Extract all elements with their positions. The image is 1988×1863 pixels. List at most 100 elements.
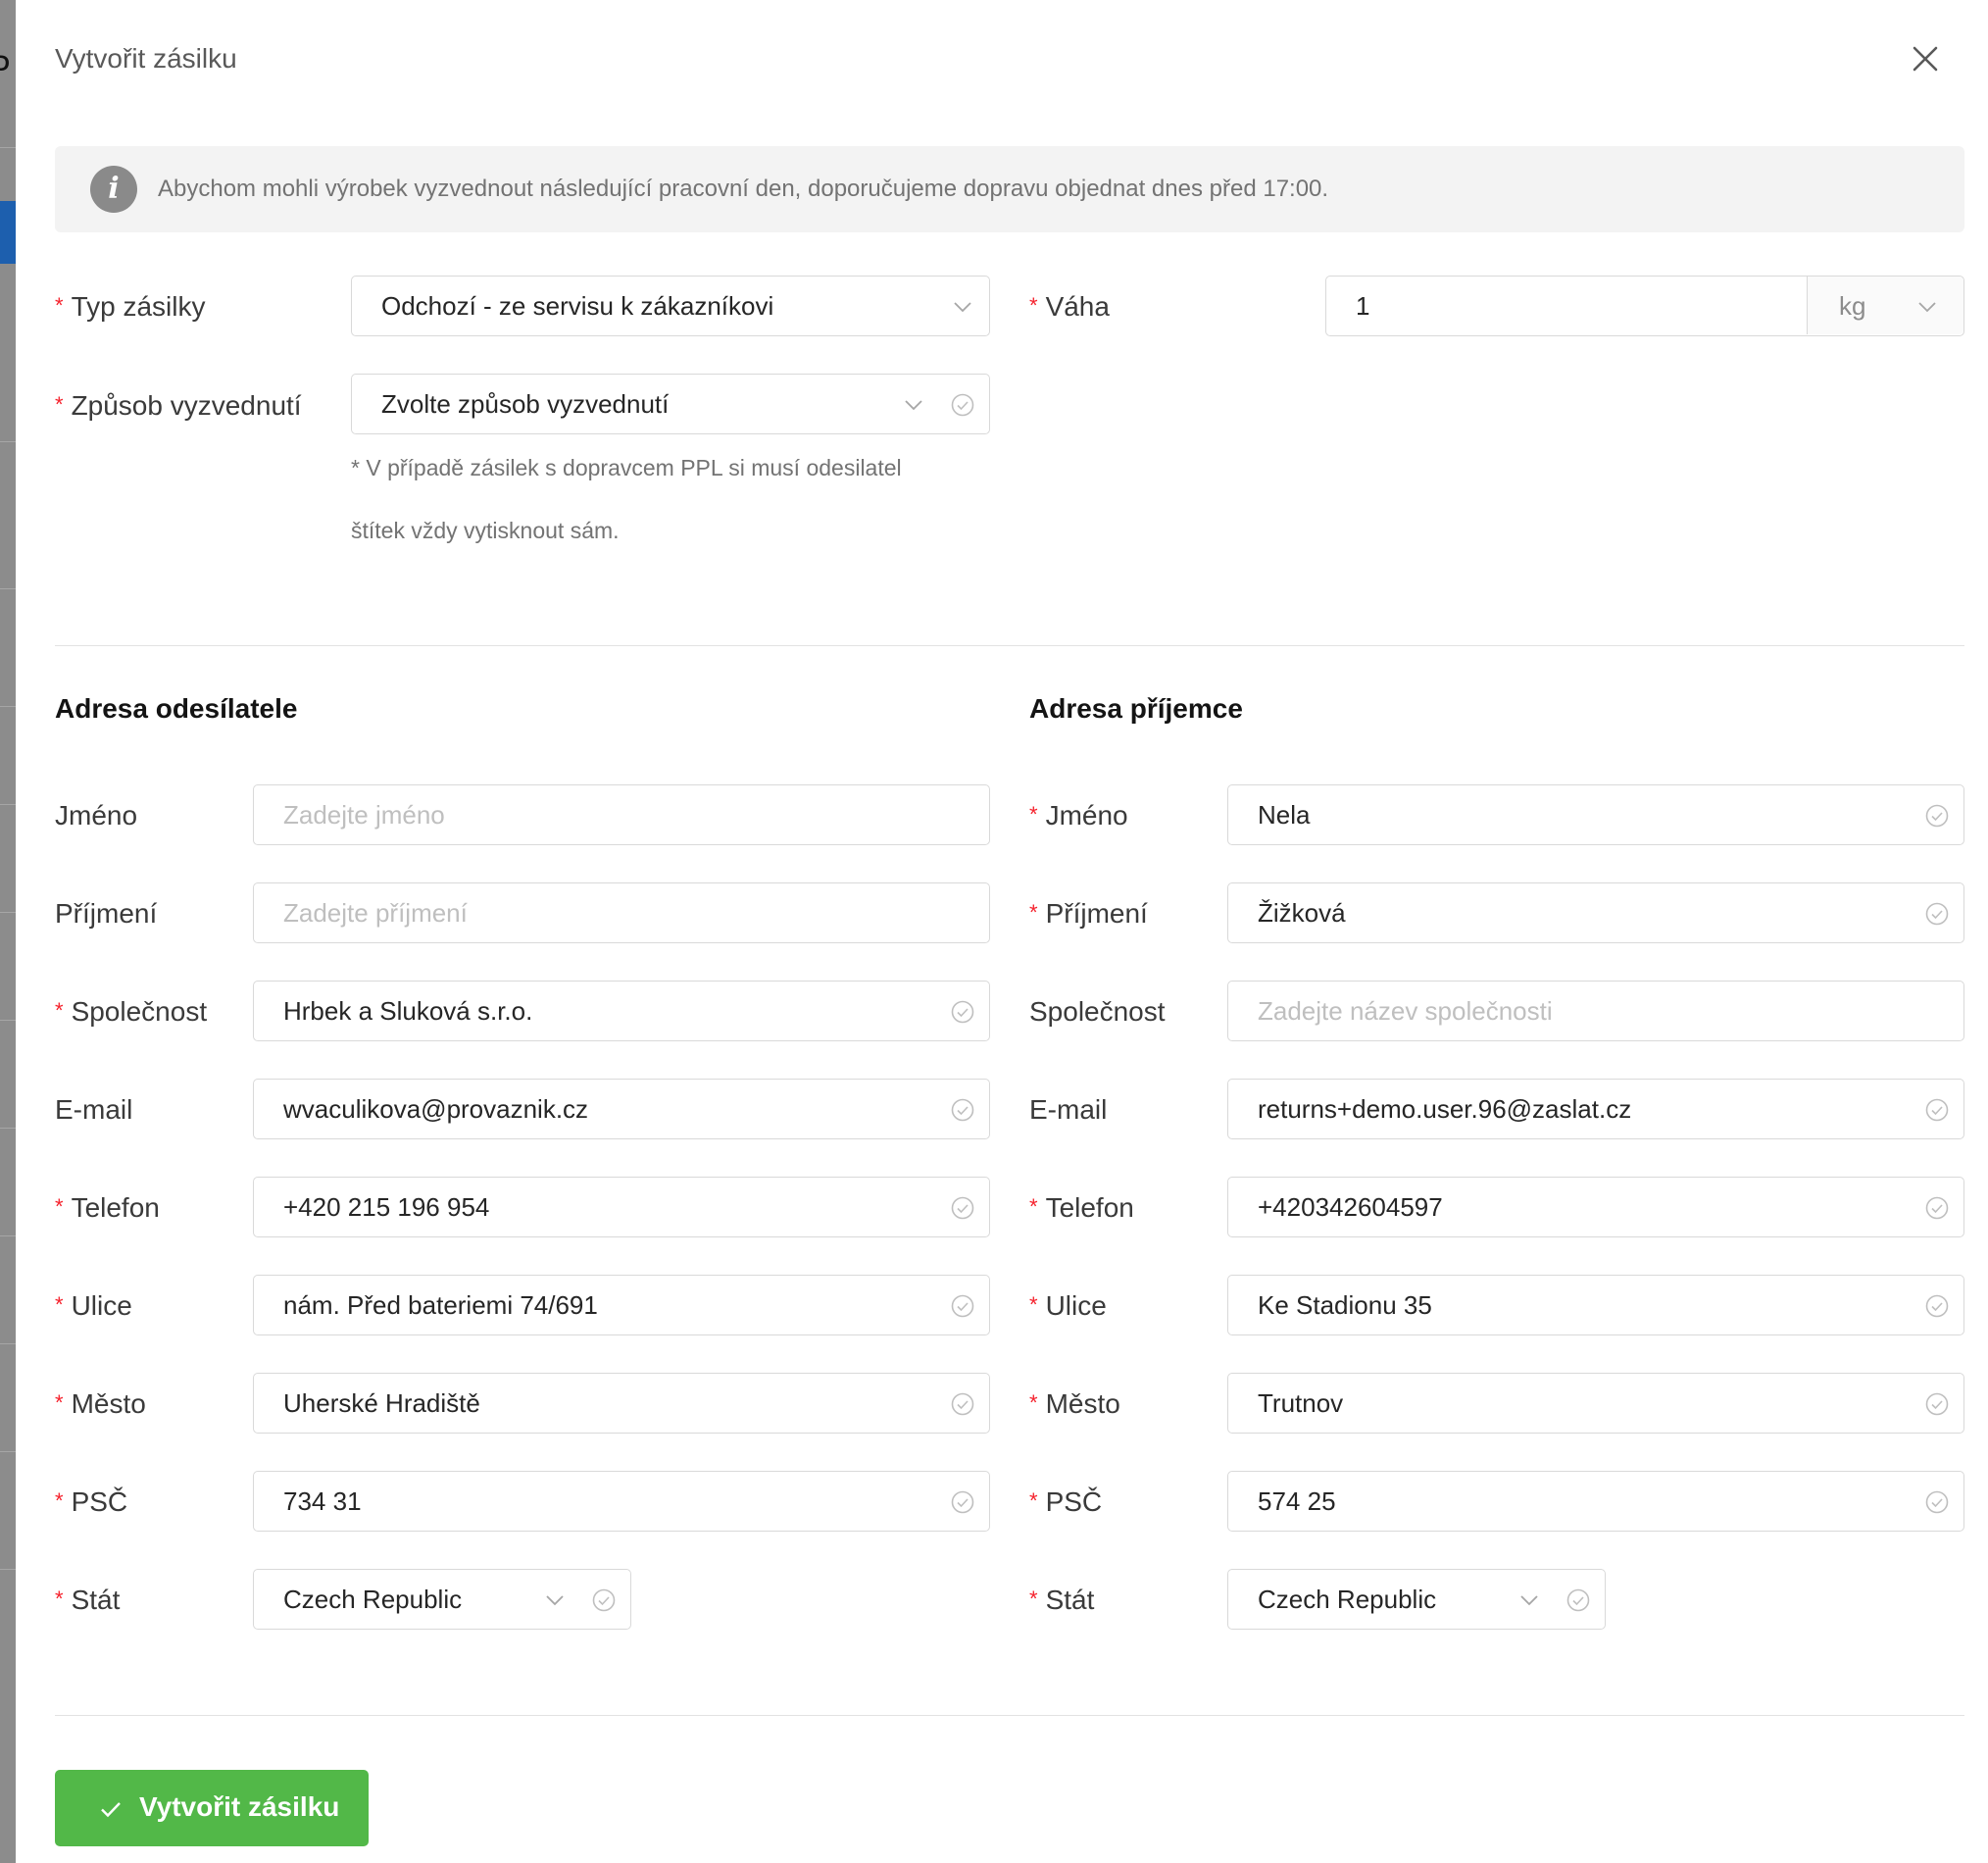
recipient-company-label: Společnost <box>1029 996 1166 1027</box>
recipient-phone-input[interactable]: +420342604597 <box>1227 1177 1964 1237</box>
sender-country-value: Czech Republic <box>283 1585 463 1614</box>
recipient-first-name-value: Nela <box>1258 800 1311 830</box>
sender-city-label-text: Město <box>71 1388 146 1419</box>
close-button[interactable] <box>1906 39 1945 78</box>
required-mark: * <box>1029 900 1038 925</box>
pickup-note-line-1: * V případě zásilek s dopravcem PPL si m… <box>351 455 902 480</box>
info-alert: i Abychom mohli výrobek vyzvednout násle… <box>55 146 1964 232</box>
required-mark: * <box>55 392 64 417</box>
create-shipment-drawer: Vytvořit zásilku i Abychom mohli výrobek… <box>16 0 1988 1863</box>
check-circle-icon <box>1925 1196 1949 1220</box>
backdrop-line <box>0 1569 16 1570</box>
required-mark: * <box>55 998 64 1023</box>
recipient-email-input[interactable]: returns+demo.user.96@zaslat.cz <box>1227 1079 1964 1139</box>
check-circle-icon <box>1925 804 1949 828</box>
weight-unit-select[interactable]: kg <box>1807 277 1963 334</box>
required-mark: * <box>55 293 64 318</box>
chevron-down-icon <box>1918 302 1936 313</box>
pickup-method-select[interactable]: Zvolte způsob vyzvednutí <box>351 374 990 434</box>
create-shipment-button[interactable]: Vytvořit zásilku <box>55 1770 369 1846</box>
close-icon[interactable] <box>1906 39 1945 78</box>
drawer-title: Vytvořit zásilku <box>55 43 237 74</box>
recipient-street-input[interactable]: Ke Stadionu 35 <box>1227 1275 1964 1335</box>
check-circle-icon <box>951 1490 974 1514</box>
recipient-last-name-label: * Příjmení <box>1029 898 1148 930</box>
sender-zip-input[interactable]: 734 31 <box>253 1471 990 1532</box>
backdrop-line <box>0 804 16 805</box>
recipient-zip-label: * PSČ <box>1029 1486 1102 1518</box>
chevron-down-icon <box>905 400 922 411</box>
sender-company-input[interactable]: Hrbek a Sluková s.r.o. <box>253 981 990 1041</box>
sender-phone-value: +420 215 196 954 <box>283 1192 490 1222</box>
pickup-method-label: * Způsob vyzvednutí <box>55 390 302 422</box>
check-circle-icon <box>1925 1294 1949 1318</box>
chevron-down-icon <box>1520 1595 1538 1606</box>
recipient-phone-label-text: Telefon <box>1045 1192 1134 1223</box>
backdrop-line <box>0 588 16 589</box>
recipient-phone-label: * Telefon <box>1029 1192 1134 1224</box>
required-mark: * <box>1029 802 1038 827</box>
recipient-company-input[interactable]: Zadejte název společnosti <box>1227 981 1964 1041</box>
sender-company-label: * Společnost <box>55 996 207 1028</box>
sender-zip-value: 734 31 <box>283 1486 362 1516</box>
sender-street-value: nám. Před bateriemi 74/691 <box>283 1290 598 1320</box>
shipment-type-label: * Typ zásilky <box>55 291 206 323</box>
sender-phone-input[interactable]: +420 215 196 954 <box>253 1177 990 1237</box>
sender-country-label-text: Stát <box>71 1585 121 1615</box>
sender-zip-label-text: PSČ <box>71 1486 128 1517</box>
sender-city-input[interactable]: Uherské Hradiště <box>253 1373 990 1434</box>
weight-value: 1 <box>1356 291 1370 321</box>
page-backdrop: D <box>0 0 16 1863</box>
required-mark: * <box>1029 1292 1038 1317</box>
sender-first-name-input[interactable]: Zadejte jméno <box>253 784 990 845</box>
sender-phone-label: * Telefon <box>55 1192 160 1224</box>
recipient-last-name-label-text: Příjmení <box>1045 898 1148 929</box>
sender-first-name-label: Jméno <box>55 800 138 831</box>
check-circle-icon <box>592 1588 616 1612</box>
pickup-method-label-text: Způsob vyzvednutí <box>71 390 302 421</box>
backdrop-line <box>0 147 16 148</box>
check-circle-icon <box>1566 1588 1590 1612</box>
check-circle-icon <box>1925 1098 1949 1122</box>
sender-country-select[interactable]: Czech Republic <box>253 1569 631 1630</box>
sender-city-label: * Město <box>55 1388 146 1420</box>
check-circle-icon <box>951 1196 974 1220</box>
info-icon: i <box>90 166 137 213</box>
check-circle-icon <box>951 1392 974 1416</box>
pickup-note-line-2: štítek vždy vytisknout sám. <box>351 518 620 543</box>
shipment-type-select[interactable]: Odchozí - ze servisu k zákazníkovi <box>351 276 990 336</box>
backdrop-line <box>0 1451 16 1452</box>
backdrop-line <box>0 1235 16 1236</box>
sender-company-value: Hrbek a Sluková s.r.o. <box>283 996 533 1026</box>
backdrop-nav-highlight <box>0 201 16 264</box>
recipient-phone-value: +420342604597 <box>1258 1192 1443 1222</box>
recipient-last-name-input[interactable]: Žižková <box>1227 882 1964 943</box>
check-circle-icon <box>951 393 974 417</box>
weight-input[interactable]: 1 kg <box>1325 276 1964 336</box>
sender-address-title: Adresa odesílatele <box>55 693 298 724</box>
sender-street-input[interactable]: nám. Před bateriemi 74/691 <box>253 1275 990 1335</box>
required-mark: * <box>55 1194 64 1219</box>
create-shipment-button-label: Vytvořit zásilku <box>139 1791 340 1822</box>
shipment-type-label-text: Typ zásilky <box>71 291 206 322</box>
recipient-zip-label-text: PSČ <box>1045 1486 1103 1517</box>
recipient-country-select[interactable]: Czech Republic <box>1227 1569 1606 1630</box>
recipient-address-title: Adresa příjemce <box>1029 693 1243 724</box>
check-icon <box>101 1802 121 1818</box>
check-circle-icon <box>1925 1392 1949 1416</box>
recipient-email-value: returns+demo.user.96@zaslat.cz <box>1258 1094 1632 1124</box>
sender-email-input[interactable]: wvaculikova@provaznik.cz <box>253 1079 990 1139</box>
required-mark: * <box>55 1488 64 1513</box>
section-divider <box>55 645 1964 646</box>
check-circle-icon <box>1925 902 1949 926</box>
recipient-city-label: * Město <box>1029 1388 1120 1420</box>
footer-divider <box>55 1715 1964 1716</box>
recipient-first-name-label: * Jméno <box>1029 800 1128 831</box>
sender-last-name-placeholder: Zadejte příjmení <box>283 898 468 928</box>
sender-street-label: * Ulice <box>55 1290 132 1322</box>
recipient-first-name-input[interactable]: Nela <box>1227 784 1964 845</box>
recipient-city-input[interactable]: Trutnov <box>1227 1373 1964 1434</box>
recipient-zip-input[interactable]: 574 25 <box>1227 1471 1964 1532</box>
sender-last-name-input[interactable]: Zadejte příjmení <box>253 882 990 943</box>
required-mark: * <box>1029 1488 1038 1513</box>
